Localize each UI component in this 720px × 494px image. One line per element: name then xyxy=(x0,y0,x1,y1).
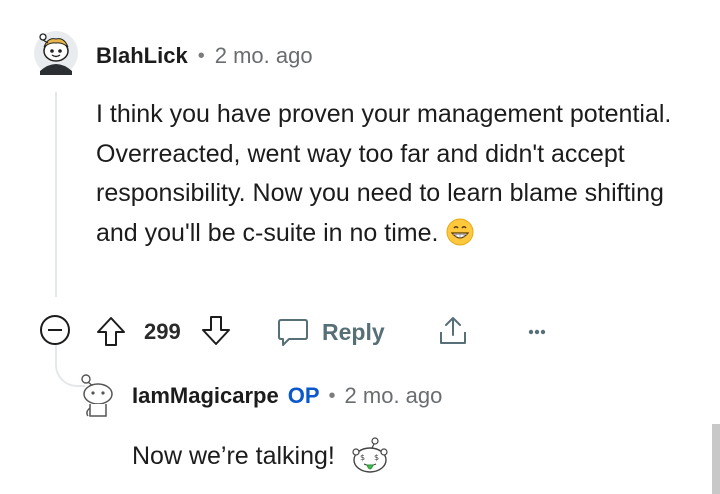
reply-username[interactable]: IamMagicarpe xyxy=(132,383,279,409)
collapse-minus-icon xyxy=(40,315,70,345)
vote-score: 299 xyxy=(144,319,181,344)
thread-line[interactable] xyxy=(55,92,57,297)
reply-button[interactable]: Reply xyxy=(276,314,385,350)
username[interactable]: BlahLick xyxy=(96,43,188,69)
snoo-money-tongue-icon: $ $ xyxy=(352,437,388,473)
upvote-arrow-icon xyxy=(97,317,125,346)
scrollbar[interactable] xyxy=(712,424,720,494)
reply-text: Now we’re talking! xyxy=(132,441,335,470)
share-button[interactable] xyxy=(436,314,470,350)
reply-timestamp[interactable]: 2 mo. ago xyxy=(345,383,443,409)
downvote-button[interactable] xyxy=(200,314,234,350)
timestamp[interactable]: 2 mo. ago xyxy=(215,43,313,69)
meta-separator: • xyxy=(197,44,205,67)
comment-text: I think you have proven your management … xyxy=(96,100,672,247)
svg-text:$: $ xyxy=(374,453,379,462)
reply-body: Now we’re talking! $ $ xyxy=(132,436,391,476)
more-dots-icon xyxy=(528,329,546,335)
reply-label: Reply xyxy=(322,318,385,345)
comment-body: I think you have proven your management … xyxy=(96,95,686,253)
share-icon xyxy=(440,317,466,344)
more-options-button[interactable] xyxy=(522,318,552,346)
reply-header: IamMagicarpe OP • 2 mo. ago xyxy=(132,380,442,412)
upvote-button[interactable] xyxy=(95,314,129,350)
svg-text:$: $ xyxy=(360,453,365,462)
comment-header: BlahLick • 2 mo. ago xyxy=(96,40,313,72)
reply-user-avatar[interactable] xyxy=(76,372,118,420)
speech-bubble-icon xyxy=(278,319,308,346)
reply-meta-separator: • xyxy=(328,384,336,407)
downvote-arrow-icon xyxy=(202,316,230,345)
user-avatar[interactable] xyxy=(34,31,78,75)
grinning-face-icon xyxy=(446,218,474,246)
op-badge: OP xyxy=(287,383,320,408)
